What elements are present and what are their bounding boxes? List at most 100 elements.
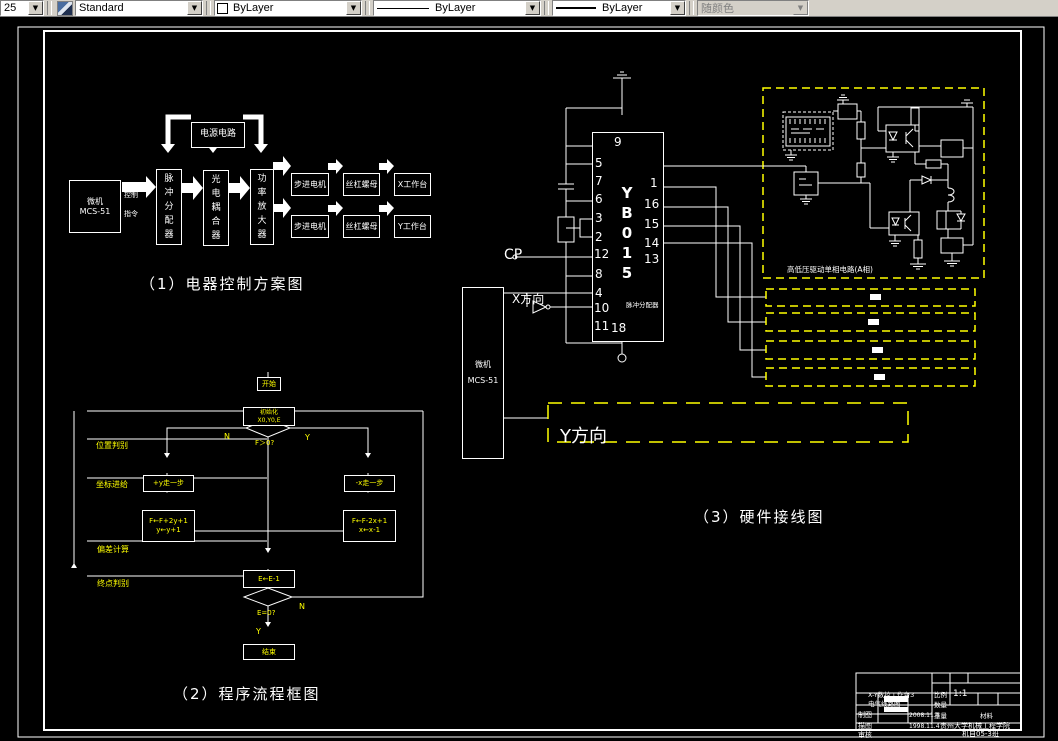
pin-number: 7: [595, 174, 603, 188]
drawing-canvas[interactable]: 电源电路 微机 MCS-51 控制 指令 脉冲分配器 光电耦合器 功率放大器 步进…: [0, 17, 1058, 741]
flow-e-box: E←E-1: [243, 570, 295, 588]
flow-start-box: 开始: [257, 377, 281, 391]
y-direction-label: Y方向: [560, 426, 607, 447]
resistor-icon: [913, 239, 923, 259]
ground-icon: [785, 150, 797, 161]
diode-icon: [891, 217, 900, 227]
ground-icon: [889, 235, 901, 247]
y-table-box: Y工作台: [394, 215, 431, 238]
branch-n-label: N: [224, 432, 230, 441]
text-height-combo[interactable]: 25 ▼: [0, 0, 44, 16]
pin-number: 4: [595, 286, 603, 300]
resistor-icon: [856, 162, 866, 178]
phase-driver-circuit: [763, 94, 974, 270]
lineweight-combo[interactable]: ByLayer ▼: [552, 0, 686, 16]
branch-y-label: Y: [305, 433, 310, 442]
linetype-combo[interactable]: ByLayer ▼: [373, 0, 541, 16]
ground-icon: [837, 94, 849, 104]
flow-step-left-box: +y走一步: [143, 475, 194, 492]
flow-end-box: 结束: [243, 644, 295, 660]
linetype-value: ByLayer: [435, 2, 476, 14]
plotstyle-value: 随颜色: [701, 3, 734, 15]
pin-number: 12: [594, 247, 610, 261]
pin-number: 5: [595, 156, 603, 170]
power-amp-box: 功率放大器: [250, 169, 274, 245]
chip-sublabel: 脉冲分配器: [626, 301, 659, 309]
optocoupler-icon: [885, 124, 920, 153]
titleblock-check-label: 审核: [858, 731, 872, 739]
titleblock-material-label: 材料: [980, 712, 993, 720]
pin-number: 11: [594, 319, 610, 333]
decision2-label: E=0?: [257, 609, 276, 617]
resistor-icon: [910, 107, 920, 126]
dropdown-arrow-icon[interactable]: ▼: [525, 1, 540, 15]
dropdown-arrow-icon[interactable]: ▼: [187, 1, 202, 15]
pin-number: 3: [595, 211, 603, 225]
diagram2-caption: （2）程序流程框图: [173, 685, 321, 703]
toolbar-separator: [206, 1, 211, 15]
mcu-box: 微机 MCS-51: [462, 287, 504, 459]
dropdown-arrow-icon[interactable]: ▼: [28, 1, 43, 15]
flow-step-right-box: -x走一步: [344, 475, 395, 492]
pulse-distributor-box: 脉冲分配器: [156, 169, 182, 245]
color-combo[interactable]: ByLayer ▼: [214, 0, 362, 16]
pin-number: 8: [595, 267, 603, 281]
pin-number: 16: [644, 197, 660, 211]
x-table-box: X工作台: [394, 173, 431, 196]
pin-number: 18: [611, 321, 627, 335]
resistor-icon: [557, 216, 575, 243]
leadscrew-box: 丝杠螺母: [343, 215, 380, 238]
branch-n-label: N: [299, 602, 305, 611]
pin-number: 10: [594, 301, 610, 315]
titleblock-title-line2: 电气线路图: [868, 700, 901, 708]
style-combo[interactable]: Standard ▼: [75, 0, 203, 16]
titleblock-scale-value: 1:1: [953, 689, 968, 699]
ground-icon: [887, 152, 899, 163]
terminal-icon: [617, 353, 627, 363]
stepper-motor-box: 步进电机: [291, 173, 329, 196]
flow-calc-right-box: F←F-2x+1 x←x-1: [343, 510, 396, 542]
leadscrew-box: 丝杠螺母: [343, 173, 380, 196]
pin-number: 6: [595, 192, 603, 206]
ground-icon: [944, 253, 960, 267]
titleblock-traced-date: 1998.11.4: [909, 723, 940, 730]
resistor-icon: [856, 121, 866, 140]
pin-number: 14: [644, 236, 660, 250]
chip-name: YB015: [621, 184, 633, 282]
ground-icon: [613, 71, 631, 115]
pin-number: 15: [644, 217, 660, 231]
lineweight-value: ByLayer: [602, 2, 643, 14]
decision-diamond: [242, 587, 294, 607]
pin-number: 9: [614, 135, 622, 149]
toolbar-separator: [544, 1, 549, 15]
capacitor-icon: [558, 183, 574, 190]
optocoupler-icon: [888, 211, 920, 236]
phase-circuit-caption: 高低压驱动单相电路(A相): [787, 265, 873, 274]
toolbar-separator: [365, 1, 370, 15]
lane-label-position: 位置判别: [96, 441, 128, 450]
lineweight-line-icon: [556, 7, 596, 9]
style-value: Standard: [79, 2, 124, 14]
decision1-label: F＞0?: [255, 439, 275, 447]
dropdown-arrow-icon[interactable]: ▼: [670, 1, 685, 15]
plotstyle-combo: 随颜色 ▼: [697, 0, 809, 16]
object-properties-toolbar: 25 ▼ Standard ▼ ByLayer ▼ ByLayer ▼ ByLa…: [0, 0, 1058, 17]
titleblock-weight-label: 重量: [934, 712, 947, 720]
x-direction-label: X方向: [512, 292, 545, 306]
titleblock-qty-label: 数量: [934, 701, 947, 709]
power-rail-icon: [961, 99, 973, 107]
stepper-motor-box: 步进电机: [291, 215, 329, 238]
branch-y-label: Y: [256, 627, 261, 636]
diode-icon: [956, 213, 966, 223]
text-style-icon[interactable]: [57, 0, 73, 16]
lane-label-endpoint: 终点判别: [97, 579, 129, 588]
toolbar-separator: [689, 1, 694, 15]
titleblock-org-line2: 机自05-3班: [962, 730, 999, 738]
diode-icon: [888, 131, 898, 142]
ground-icon: [800, 195, 812, 205]
linetype-line-icon: [377, 7, 429, 9]
ground-icon: [910, 263, 926, 270]
dropdown-arrow-icon[interactable]: ▼: [346, 1, 361, 15]
titleblock-traced-label: 描图: [858, 722, 872, 730]
cad-application-window: 25 ▼ Standard ▼ ByLayer ▼ ByLayer ▼ ByLa…: [0, 0, 1058, 741]
